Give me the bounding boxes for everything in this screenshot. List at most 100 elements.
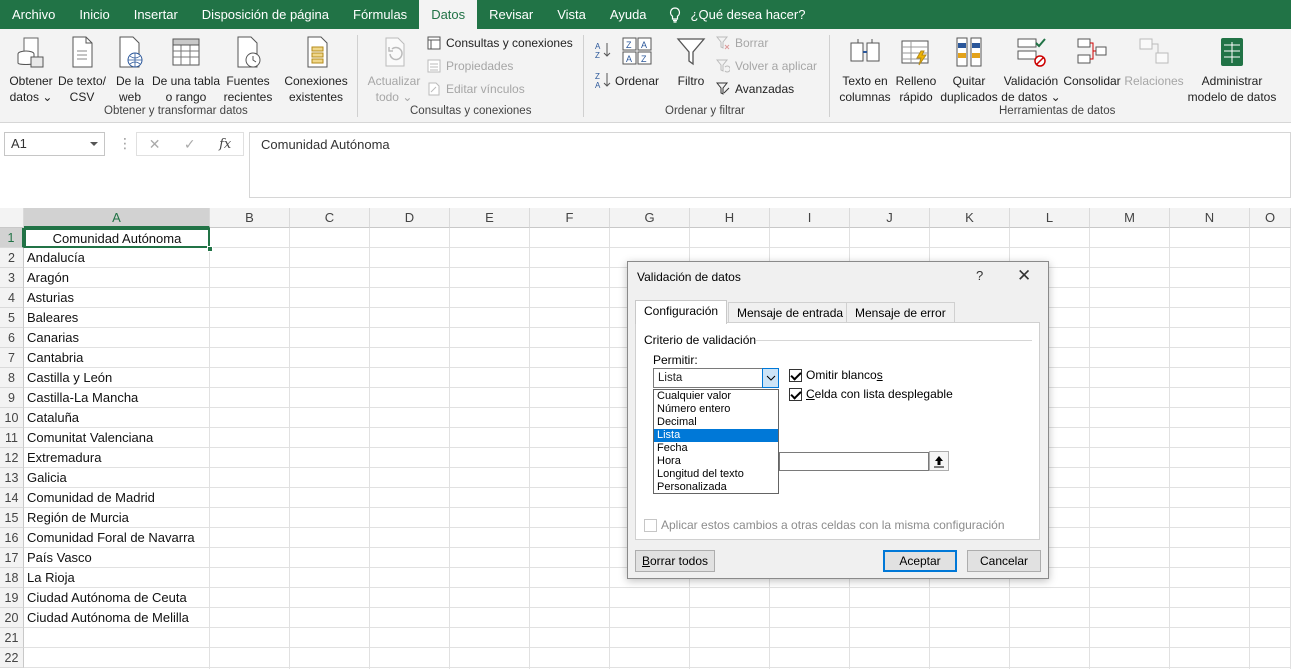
column-header-l[interactable]: L	[1010, 208, 1090, 228]
row-header-7[interactable]: 7	[0, 348, 24, 368]
tab-ayuda[interactable]: Ayuda	[598, 0, 659, 29]
checkbox-checked[interactable]	[789, 368, 802, 382]
table-row[interactable]: Comunidad de Madrid	[24, 488, 210, 508]
table-row[interactable]: Baleares	[24, 308, 210, 328]
column-header-m[interactable]: M	[1090, 208, 1170, 228]
row-header-17[interactable]: 17	[0, 548, 24, 568]
checkbox-checked[interactable]	[789, 387, 802, 401]
aplicar-cambios-checkbox[interactable]: Aplicar estos cambios a otras celdas con…	[644, 518, 1005, 532]
list-item[interactable]: Decimal	[654, 416, 778, 429]
permitir-select[interactable]: Lista	[653, 368, 779, 388]
tab-inicio[interactable]: Inicio	[67, 0, 121, 29]
table-row[interactable]: Región de Murcia	[24, 508, 210, 528]
editar-vinculos-button[interactable]: Editar vínculos	[427, 82, 525, 96]
row-header-16[interactable]: 16	[0, 528, 24, 548]
table-row[interactable]: Castilla-La Mancha	[24, 388, 210, 408]
row-header-13[interactable]: 13	[0, 468, 24, 488]
table-row[interactable]: Comunidad Foral de Navarra	[24, 528, 210, 548]
column-header-j[interactable]: J	[850, 208, 930, 228]
tab-mensaje-entrada[interactable]: Mensaje de entrada	[728, 302, 853, 323]
help-button[interactable]: ?	[976, 268, 983, 283]
column-header-c[interactable]: C	[290, 208, 370, 228]
origen-input[interactable]	[779, 452, 929, 471]
aceptar-button[interactable]: Aceptar	[883, 550, 957, 572]
table-row[interactable]: Asturias	[24, 288, 210, 308]
column-header-e[interactable]: E	[450, 208, 530, 228]
tab-mensaje-error[interactable]: Mensaje de error	[846, 302, 955, 323]
row-header-6[interactable]: 6	[0, 328, 24, 348]
row-header-10[interactable]: 10	[0, 408, 24, 428]
insert-function-icon[interactable]: fx	[219, 137, 231, 152]
ordenar-button[interactable]: ZAAZ Ordenar	[614, 35, 660, 89]
row-header-2[interactable]: 2	[0, 248, 24, 268]
cancelar-button[interactable]: Cancelar	[967, 550, 1041, 572]
fuentes-recientes-button[interactable]: Fuentes recientes	[223, 35, 273, 105]
row-header-3[interactable]: 3	[0, 268, 24, 288]
table-row[interactable]: Aragón	[24, 268, 210, 288]
tab-revisar[interactable]: Revisar	[477, 0, 545, 29]
column-header-a[interactable]: A	[24, 208, 210, 228]
formula-bar-grip[interactable]: ⋮	[118, 135, 132, 152]
cell-a1-selected[interactable]: Comunidad Autónoma	[24, 228, 210, 248]
omitir-blancos-checkbox[interactable]: Omitir blanco s	[789, 368, 883, 382]
column-header-h[interactable]: H	[690, 208, 770, 228]
row-header-15[interactable]: 15	[0, 508, 24, 528]
obtener-datos-button[interactable]: Obtener datos ⌄	[6, 35, 56, 105]
table-row[interactable]: País Vasco	[24, 548, 210, 568]
column-header-i[interactable]: I	[770, 208, 850, 228]
actualizar-todo-button[interactable]: Actualizar todo ⌄	[365, 35, 423, 105]
tab-archivo[interactable]: Archivo	[0, 0, 67, 29]
column-header-k[interactable]: K	[930, 208, 1010, 228]
list-item[interactable]: Cualquier valor	[654, 390, 778, 403]
cancel-icon[interactable]: ✕	[149, 136, 161, 153]
relaciones-button[interactable]: Relaciones	[1124, 35, 1184, 89]
column-header-o[interactable]: O	[1250, 208, 1291, 228]
list-item[interactable]: Número entero	[654, 403, 778, 416]
select-all-corner[interactable]	[0, 208, 24, 228]
row-header-4[interactable]: 4	[0, 288, 24, 308]
borrar-filtro-button[interactable]: Borrar	[716, 36, 768, 50]
de-la-web-button[interactable]: De la web	[112, 35, 148, 105]
table-row[interactable]: Ciudad Autónoma de Melilla	[24, 608, 210, 628]
texto-en-columnas-button[interactable]: Texto en columnas	[837, 35, 893, 105]
row-header-14[interactable]: 14	[0, 488, 24, 508]
name-box[interactable]: A1	[4, 132, 105, 156]
list-item[interactable]: Longitud del texto	[654, 468, 778, 481]
tab-configuracion[interactable]: Configuración	[635, 300, 728, 324]
fill-handle[interactable]	[207, 246, 213, 252]
enter-icon[interactable]: ✓	[184, 136, 196, 153]
row-header-5[interactable]: 5	[0, 308, 24, 328]
row-header-9[interactable]: 9	[0, 388, 24, 408]
list-item-selected[interactable]: Lista	[654, 429, 778, 442]
column-header-n[interactable]: N	[1170, 208, 1250, 228]
filtro-button[interactable]: Filtro	[672, 35, 710, 89]
quitar-duplicados-button[interactable]: Quitar duplicados	[939, 35, 999, 105]
table-row[interactable]: Andalucía	[24, 248, 210, 268]
propiedades-button[interactable]: Propiedades	[427, 59, 513, 73]
row-header-8[interactable]: 8	[0, 368, 24, 388]
list-item[interactable]: Fecha	[654, 442, 778, 455]
row-header-18[interactable]: 18	[0, 568, 24, 588]
celda-lista-checkbox[interactable]: Celda con lista desplegable	[789, 387, 953, 401]
sort-za-button[interactable]: ZA	[595, 71, 611, 89]
table-row[interactable]: Extremadura	[24, 448, 210, 468]
row-header-11[interactable]: 11	[0, 428, 24, 448]
table-row[interactable]: Cantabria	[24, 348, 210, 368]
row-header-22[interactable]: 22	[0, 648, 24, 668]
close-icon[interactable]: ✕	[1017, 266, 1031, 286]
chevron-down-icon[interactable]	[90, 142, 98, 146]
collapse-range-button[interactable]	[929, 451, 949, 471]
list-item[interactable]: Personalizada	[654, 481, 778, 494]
consultas-conexiones-button[interactable]: Consultas y conexiones	[427, 36, 573, 50]
table-row[interactable]: Galicia	[24, 468, 210, 488]
column-header-g[interactable]: G	[610, 208, 690, 228]
relleno-rapido-button[interactable]: Relleno rápido	[894, 35, 938, 105]
consolidar-button[interactable]: Consolidar	[1063, 35, 1121, 89]
conexiones-existentes-button[interactable]: Conexiones existentes	[283, 35, 349, 105]
tab-disposicion[interactable]: Disposición de página	[190, 0, 341, 29]
row-header-12[interactable]: 12	[0, 448, 24, 468]
column-header-f[interactable]: F	[530, 208, 610, 228]
tab-insertar[interactable]: Insertar	[122, 0, 190, 29]
validacion-de-datos-button[interactable]: Validación de datos ⌄	[1001, 35, 1061, 105]
table-row[interactable]: Ciudad Autónoma de Ceuta	[24, 588, 210, 608]
